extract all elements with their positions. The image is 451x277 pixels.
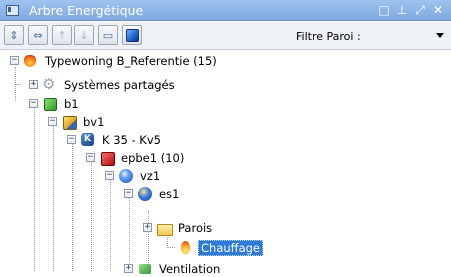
maximize-icon[interactable]: □ (377, 2, 391, 18)
k-cube-icon (80, 132, 96, 148)
window-controls: □ ⊥ ⤢ ✕ (377, 2, 445, 18)
tree-node[interactable]: − K 35 - Kv5 (67, 131, 163, 148)
tree-node-label[interactable]: Systèmes partagés (62, 78, 177, 92)
window-icon (6, 4, 19, 16)
gold-cube-icon (61, 114, 77, 130)
tree-node[interactable]: − epbe1 (10) (86, 149, 186, 166)
blue-cube-icon (125, 28, 139, 42)
window-titlebar[interactable]: Arbre Energétique □ ⊥ ⤢ ✕ (0, 0, 451, 21)
tree-node[interactable]: + Systèmes partagés (29, 75, 177, 93)
chevron-down-icon[interactable] (436, 33, 444, 38)
tree-node-label[interactable]: Parois (176, 221, 214, 235)
filter-label: Filtre Paroi : (296, 30, 361, 43)
float-icon[interactable]: ⤢ (413, 2, 427, 18)
tree-node-label[interactable]: es1 (157, 187, 181, 201)
move-down-icon: ↓ (79, 28, 89, 42)
expand-icon[interactable]: + (124, 264, 133, 273)
collapse-icon[interactable]: − (48, 117, 57, 126)
green-cube-icon (42, 96, 58, 112)
close-icon[interactable]: ✕ (431, 2, 445, 18)
ventilation-icon (137, 261, 153, 277)
energy-sector-icon (137, 186, 153, 202)
tree-node[interactable]: − Typewoning B_Referentie (15) (10, 52, 219, 69)
move-down-button[interactable]: ↓ (74, 25, 94, 45)
rename-icon: ▭ (102, 28, 114, 42)
collapse-icon[interactable]: − (86, 153, 95, 162)
collapse-all-button[interactable]: ⇔ (28, 25, 48, 45)
expand-icon[interactable]: + (29, 80, 38, 89)
tree-node[interactable]: + Ventilation (124, 260, 222, 277)
collapse-icon[interactable]: − (124, 189, 133, 198)
tree-node[interactable]: − vz1 (105, 167, 162, 184)
collapse-all-icon: ⇔ (33, 28, 43, 42)
tree-node-label[interactable]: bv1 (81, 115, 106, 129)
tree-node-label[interactable]: b1 (62, 97, 81, 111)
collapse-icon[interactable]: − (29, 99, 38, 108)
tree-node[interactable]: − bv1 (48, 113, 106, 130)
tree-node-selected[interactable]: Chauffage (156, 239, 263, 256)
tree-node-label[interactable]: Ventilation (157, 262, 222, 276)
expand-all-icon: ⇕ (9, 28, 19, 42)
tree-node-label[interactable]: vz1 (138, 169, 162, 183)
folder-icon (156, 220, 173, 236)
tree-node-label[interactable]: Chauffage (198, 239, 263, 256)
tree-node[interactable]: − es1 (124, 185, 181, 202)
toolbar: ⇕ ⇔ ↑ ↓ ▭ Filtre Paroi : (0, 22, 451, 50)
move-up-button[interactable]: ↑ (52, 25, 72, 45)
rename-button[interactable]: ▭ (98, 25, 118, 45)
energy-tree: − Typewoning B_Referentie (15) + Système… (0, 51, 451, 276)
tree-node-label[interactable]: K 35 - Kv5 (100, 133, 163, 147)
gear-icon (42, 75, 58, 93)
tree-node-label[interactable]: epbe1 (10) (119, 151, 186, 165)
expand-icon[interactable]: + (143, 223, 152, 232)
collapse-icon[interactable]: − (67, 135, 76, 144)
tree-node[interactable]: − b1 (29, 95, 81, 112)
add-object-button[interactable] (122, 25, 142, 45)
pin-icon[interactable]: ⊥ (395, 2, 409, 18)
blue-sphere-icon (118, 168, 134, 184)
move-up-icon: ↑ (57, 28, 67, 42)
tree-node-label[interactable]: Typewoning B_Referentie (15) (43, 54, 219, 68)
collapse-icon[interactable]: − (105, 171, 114, 180)
tree-node[interactable]: + Parois (143, 219, 214, 236)
expand-all-button[interactable]: ⇕ (4, 25, 24, 45)
fire-icon (23, 53, 39, 69)
red-cube-icon (99, 150, 115, 166)
window-title: Arbre Energétique (29, 2, 144, 18)
flame-icon (178, 240, 194, 256)
collapse-icon[interactable]: − (10, 56, 19, 65)
filter-paroi-select[interactable] (372, 27, 447, 44)
